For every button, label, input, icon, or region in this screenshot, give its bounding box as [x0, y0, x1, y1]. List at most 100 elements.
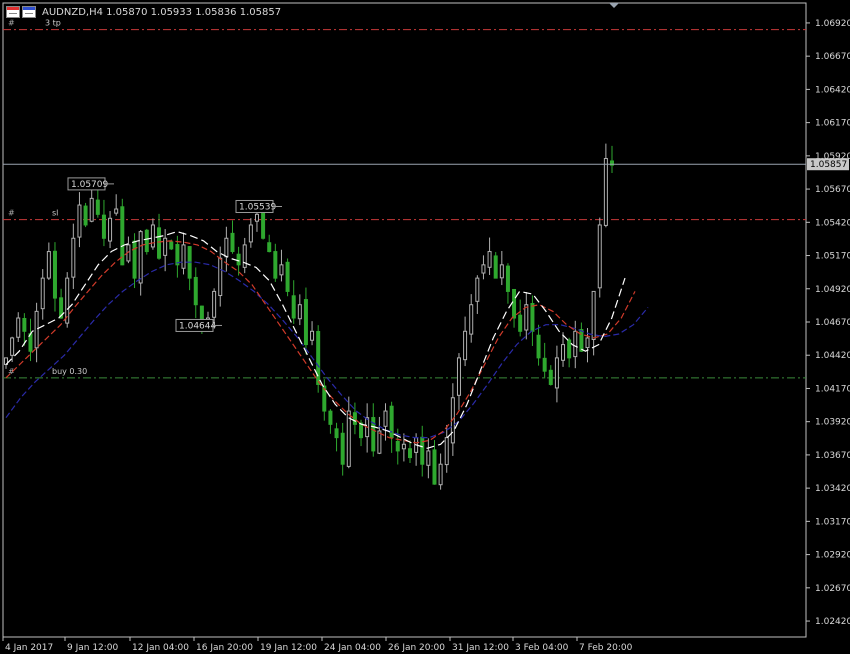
level-label-tp: 3 tp	[45, 19, 61, 28]
candle-body	[297, 304, 302, 320]
candle-body	[340, 432, 345, 465]
price-axis-label: 1.03420	[815, 484, 850, 494]
price-axis-label: 1.05420	[815, 218, 850, 228]
price-axis-label: 1.06420	[815, 85, 850, 95]
time-axis-label: 16 Jan 20:00	[196, 643, 253, 653]
chart-window[interactable]: AUDNZD,H4 1.05870 1.05933 1.05836 1.0585…	[0, 0, 850, 654]
candle-body	[34, 310, 39, 349]
candle-body	[554, 357, 559, 389]
candle-body	[267, 242, 272, 253]
candle-body	[157, 227, 162, 259]
time-axis-label: 3 Feb 04:00	[515, 643, 569, 653]
candle-body	[585, 337, 590, 349]
ma-slow-line	[5, 261, 649, 439]
level-marker: #	[8, 209, 15, 218]
price-marker-label: 1.04644	[179, 321, 216, 331]
candle-body	[22, 317, 27, 332]
candle-body	[101, 214, 106, 239]
candle-body	[603, 158, 608, 226]
candle-body	[163, 237, 168, 256]
candle-body	[481, 264, 486, 274]
candle-body	[181, 244, 186, 269]
candle-body	[114, 208, 119, 214]
candle-body	[77, 204, 82, 238]
candle-body	[303, 299, 308, 346]
candle-body	[591, 290, 596, 340]
candle-body	[475, 277, 480, 302]
candle-body	[597, 224, 602, 289]
candle-body	[346, 410, 351, 467]
time-axis-label: 19 Jan 12:00	[260, 643, 317, 653]
candle-body	[212, 290, 217, 318]
candle-body	[573, 330, 578, 358]
candle-body	[334, 428, 339, 439]
candle-body	[395, 440, 400, 452]
candle-body	[95, 199, 100, 215]
candle-body	[328, 410, 333, 425]
candle-body	[71, 237, 76, 278]
time-axis-label: 4 Jan 2017	[5, 643, 53, 653]
price-axis-label: 1.04920	[815, 285, 850, 295]
candle-body	[138, 231, 143, 284]
time-axis-label: 26 Jan 20:00	[388, 643, 445, 653]
candle-body	[383, 410, 388, 427]
candle-body	[83, 205, 88, 226]
candle-body	[10, 337, 15, 356]
time-axis-label: 31 Jan 12:00	[452, 643, 509, 653]
candle-body	[487, 251, 492, 268]
price-axis-label: 1.06920	[815, 19, 850, 29]
candle-body	[175, 244, 180, 266]
price-chart[interactable]: 1.069201.066701.064201.061701.059201.056…	[0, 0, 850, 654]
candle-body	[248, 224, 253, 243]
candle-body	[169, 241, 174, 250]
candle-body	[518, 314, 523, 332]
time-axis-label: 7 Feb 20:00	[579, 643, 633, 653]
candle-body	[89, 197, 94, 222]
candle-body	[310, 330, 315, 341]
price-axis-label: 1.04420	[815, 351, 850, 361]
price-axis-label: 1.05670	[815, 185, 850, 195]
candle-body	[359, 422, 364, 439]
candle-body	[408, 448, 412, 459]
candle-body	[456, 357, 461, 396]
candle-body	[261, 212, 266, 239]
chart-shift-marker[interactable]	[609, 3, 619, 8]
price-axis-label: 1.03920	[815, 418, 850, 428]
candle-body	[16, 317, 21, 338]
candle-body	[242, 244, 247, 268]
price-axis-label: 1.03170	[815, 517, 850, 527]
price-axis-label: 1.02920	[815, 551, 850, 561]
level-marker: #	[8, 19, 15, 28]
candle-body	[273, 251, 278, 279]
candle-body	[144, 229, 149, 253]
candle-body	[499, 264, 504, 279]
candle-body	[493, 255, 498, 279]
candle-body	[46, 251, 51, 279]
candle-body	[279, 264, 284, 276]
candle-body	[108, 217, 113, 242]
candle-body	[469, 304, 474, 335]
candle-body	[432, 449, 437, 485]
candle-body	[524, 304, 529, 331]
candle-body	[132, 240, 137, 279]
candle-body	[426, 450, 431, 466]
price-axis-label: 1.04670	[815, 318, 850, 328]
current-price-label: 1.05857	[810, 160, 847, 170]
candle-body	[316, 330, 321, 385]
level-label-sl: sl	[52, 209, 58, 218]
level-label-buy: buy 0.30	[52, 367, 87, 376]
price-axis-label: 1.02420	[815, 617, 850, 627]
candle-body	[291, 295, 296, 319]
candle-body	[52, 250, 57, 299]
time-axis-label: 24 Jan 04:00	[324, 643, 381, 653]
price-marker-label: 1.05709	[71, 180, 108, 190]
time-axis-label: 9 Jan 12:00	[67, 643, 119, 653]
candle-body	[548, 369, 553, 385]
candle-body	[530, 303, 535, 332]
time-axis-label: 12 Jan 04:00	[132, 643, 189, 653]
candle-body	[579, 329, 584, 352]
candle-body	[561, 344, 566, 361]
candle-body	[224, 237, 229, 258]
candle-body	[389, 405, 394, 439]
candle-body	[505, 265, 510, 292]
